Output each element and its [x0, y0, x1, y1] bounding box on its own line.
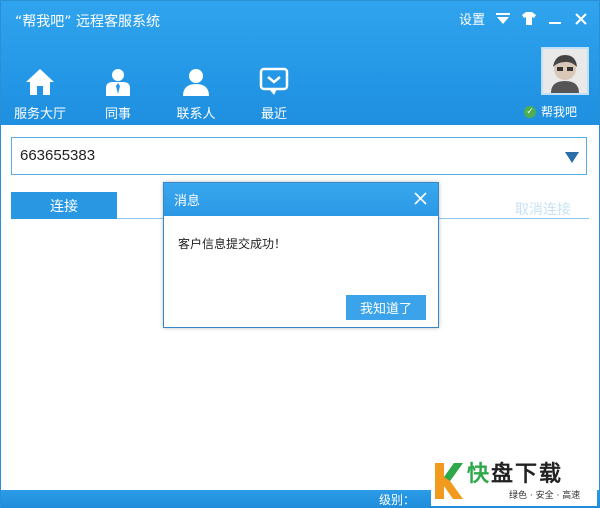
dialog-title: 消息: [174, 194, 201, 209]
settings-link[interactable]: 设置: [459, 9, 485, 28]
nav-item-colleagues[interactable]: 同事: [89, 67, 147, 122]
home-icon: [26, 69, 54, 95]
nav-item-label: 同事: [104, 107, 131, 122]
ok-button[interactable]: 我知道了: [346, 295, 426, 320]
watermark-logo: 快盘下载 绿色 · 安全 · 高速: [431, 456, 597, 506]
nav-item-label: 最近: [260, 107, 287, 122]
window-controls: 设置: [459, 9, 589, 28]
dialog-message: 客户信息提交成功！: [178, 237, 287, 251]
connect-button[interactable]: 连接: [11, 192, 117, 219]
avatar-icon: [543, 49, 587, 93]
dialog-titlebar: 消息: [164, 183, 438, 216]
nav-item-label: 服务大厅: [13, 107, 66, 122]
close-icon[interactable]: [573, 11, 589, 27]
app-window: “帮我吧” 远程客服系统 设置 服务大厅 同事 联系人 最近 ✓ 帮我吧 663…: [0, 0, 600, 508]
dropdown-menu-icon[interactable]: [495, 11, 511, 27]
user-name-label: 帮我吧: [540, 105, 577, 119]
app-title: “帮我吧” 远程客服系统: [15, 14, 160, 30]
nav-item-service-hall[interactable]: 服务大厅: [11, 67, 69, 122]
skin-shirt-icon[interactable]: [521, 11, 537, 27]
remote-id-input[interactable]: [18, 146, 552, 165]
user-avatar[interactable]: [541, 47, 589, 95]
main-nav: 服务大厅 同事 联系人 最近: [11, 67, 303, 122]
close-icon[interactable]: [413, 191, 428, 206]
minimize-icon[interactable]: [547, 11, 563, 27]
k-logo-icon: [435, 463, 463, 499]
online-status-icon: ✓: [523, 105, 536, 118]
remote-id-combobox[interactable]: [11, 137, 587, 175]
colleague-icon: [106, 69, 130, 96]
watermark-title: 快盘下载: [467, 461, 564, 487]
chevron-down-icon[interactable]: [564, 149, 580, 165]
user-status: ✓ 帮我吧: [523, 103, 577, 120]
nav-item-contacts[interactable]: 联系人: [167, 67, 225, 122]
level-label: 级别：: [379, 493, 416, 507]
recent-chat-icon: [259, 67, 289, 95]
message-dialog: 消息 客户信息提交成功！ 我知道了: [163, 182, 439, 328]
cancel-connect-button[interactable]: 取消连接: [515, 199, 571, 219]
nav-item-label: 联系人: [176, 107, 216, 122]
contact-icon: [183, 69, 209, 96]
header-bar: “帮我吧” 远程客服系统 设置 服务大厅 同事 联系人 最近 ✓ 帮我吧: [1, 1, 599, 125]
watermark-tagline: 绿色 · 安全 · 高速: [509, 490, 581, 501]
nav-item-recent[interactable]: 最近: [245, 67, 303, 122]
